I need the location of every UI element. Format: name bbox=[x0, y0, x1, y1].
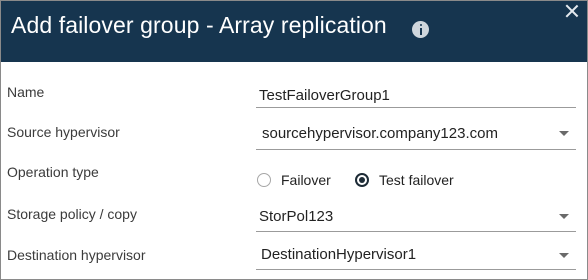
destination-hypervisor-underline bbox=[256, 269, 576, 270]
chevron-down-icon[interactable] bbox=[559, 253, 569, 258]
name-label: Name bbox=[7, 84, 45, 100]
dialog-title: Add failover group - Array replication bbox=[11, 12, 387, 38]
add-failover-group-dialog: Add failover group - Array replication N… bbox=[0, 0, 588, 280]
name-input[interactable]: TestFailoverGroup1 bbox=[259, 87, 390, 104]
chevron-down-icon[interactable] bbox=[559, 131, 569, 136]
storage-policy-label: Storage policy / copy bbox=[7, 206, 137, 222]
destination-hypervisor-select[interactable]: DestinationHypervisor1 bbox=[261, 246, 416, 263]
close-icon[interactable] bbox=[565, 4, 579, 18]
chevron-down-icon[interactable] bbox=[559, 214, 569, 219]
radio-test-failover-label[interactable]: Test failover bbox=[379, 172, 454, 188]
source-hypervisor-select[interactable]: sourcehypervisor.company123.com bbox=[262, 125, 498, 142]
name-input-underline bbox=[256, 107, 576, 108]
operation-type-label: Operation type bbox=[7, 164, 99, 180]
source-hypervisor-underline bbox=[256, 149, 576, 150]
destination-hypervisor-label: Destination hypervisor bbox=[7, 247, 146, 263]
radio-failover-label[interactable]: Failover bbox=[281, 172, 331, 188]
dialog-header: Add failover group - Array replication bbox=[1, 1, 587, 62]
source-hypervisor-label: Source hypervisor bbox=[7, 124, 120, 140]
storage-policy-select[interactable]: StorPol123 bbox=[259, 208, 333, 225]
radio-test-failover[interactable] bbox=[355, 173, 369, 187]
info-icon[interactable] bbox=[412, 21, 429, 38]
storage-policy-underline bbox=[256, 231, 576, 232]
radio-failover[interactable] bbox=[257, 173, 271, 187]
